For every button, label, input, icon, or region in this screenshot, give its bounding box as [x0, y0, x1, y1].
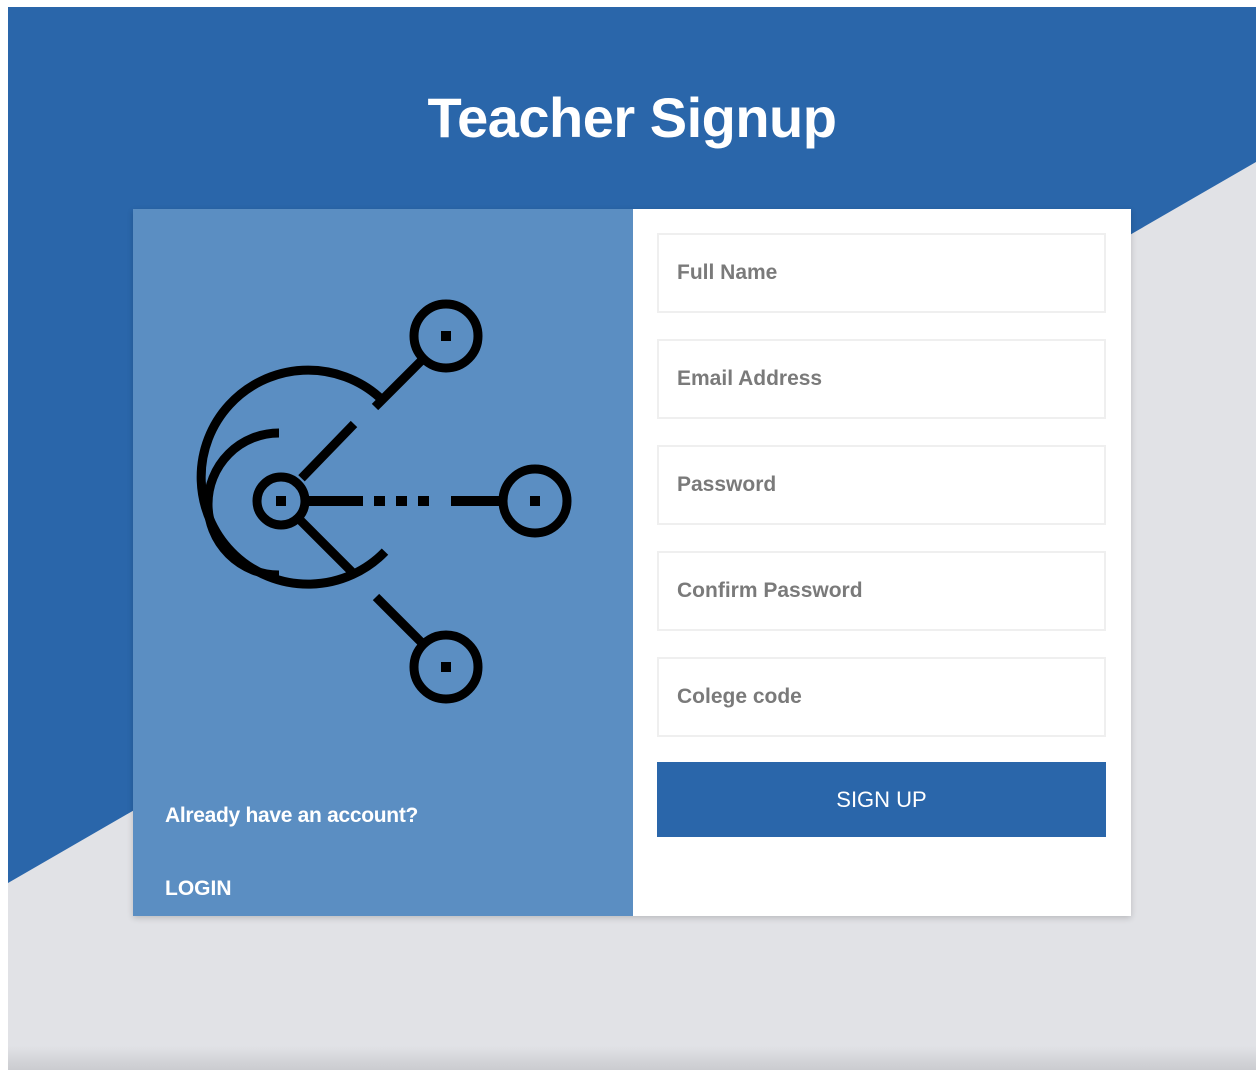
password-input[interactable] — [657, 445, 1106, 525]
bottom-shadow — [8, 1046, 1256, 1070]
illustration-panel: Already have an account? LOGIN — [133, 209, 633, 916]
login-link[interactable]: LOGIN — [165, 877, 232, 901]
full-name-input[interactable] — [657, 233, 1106, 313]
email-input[interactable] — [657, 339, 1106, 419]
college-code-input[interactable] — [657, 657, 1106, 737]
account-prompt: Already have an account? — [165, 804, 419, 827]
page-background: Teacher Signup Already have an account? … — [8, 7, 1256, 1070]
signup-button[interactable]: SIGN UP — [657, 762, 1106, 837]
signup-form: SIGN UP — [633, 209, 1131, 916]
page-title: Teacher Signup — [427, 86, 837, 149]
signup-card: Already have an account? LOGIN SIGN UP — [133, 209, 1131, 916]
confirm-password-input[interactable] — [657, 551, 1106, 631]
